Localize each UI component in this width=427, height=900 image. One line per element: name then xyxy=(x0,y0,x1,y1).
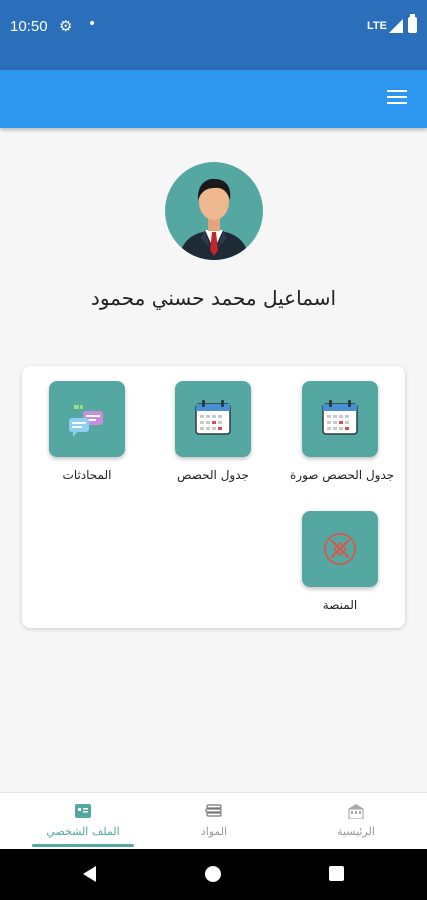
app-bar xyxy=(0,70,427,128)
tile-label: المنصة xyxy=(322,598,358,612)
recent-apps-icon[interactable] xyxy=(329,866,344,881)
home-icon[interactable] xyxy=(205,866,221,882)
battery-icon xyxy=(408,14,417,33)
nav-label: الرئيسية xyxy=(337,825,375,838)
system-nav-bar xyxy=(0,849,427,900)
calendar-icon xyxy=(322,400,358,435)
nav-item-home[interactable]: الرئيسية xyxy=(285,793,427,850)
hamburger-menu-icon[interactable] xyxy=(387,90,407,106)
platform-icon xyxy=(324,533,356,565)
tile-platform[interactable]: المنصة xyxy=(290,511,390,612)
tile-label: جدول الحصص صورة xyxy=(290,468,395,482)
tile-label: المحادثات xyxy=(62,468,112,482)
status-bar: 10:50 ⚙ • LTE xyxy=(0,0,427,70)
chat-bubbles-icon xyxy=(69,405,103,437)
tile-label: جدول الحصص xyxy=(177,468,249,482)
tile-chats[interactable]: المحادثات xyxy=(37,381,137,482)
home-building-icon xyxy=(348,804,364,819)
user-name: اسماعيل محمد حسني محمود xyxy=(90,286,337,310)
avatar xyxy=(165,162,263,260)
settings-gear-icon: ⚙ xyxy=(59,17,73,35)
tile-schedule[interactable]: جدول الحصص xyxy=(163,381,263,482)
nav-item-subjects[interactable]: المواد xyxy=(143,793,285,850)
nav-item-profile[interactable]: الملف الشخصي xyxy=(12,793,154,850)
notification-dot-icon: • xyxy=(88,16,97,32)
signal-icon xyxy=(389,19,403,33)
active-tab-indicator xyxy=(32,844,134,847)
back-icon[interactable] xyxy=(83,866,96,882)
calendar-icon xyxy=(195,400,231,435)
nav-label: الملف الشخصي xyxy=(46,825,120,838)
menu-card: جدول الحصص صورة جدول الحصص المحادثات الم… xyxy=(22,366,405,628)
network-type-label: LTE xyxy=(367,20,387,32)
tile-schedule-image[interactable]: جدول الحصص صورة xyxy=(290,381,395,482)
bottom-nav: الرئيسية المواد الملف الشخصي xyxy=(0,792,427,849)
status-time: 10:50 xyxy=(10,18,48,35)
profile-card-icon xyxy=(75,804,91,818)
books-icon xyxy=(205,804,222,817)
nav-label: المواد xyxy=(200,825,228,838)
businessman-avatar-icon xyxy=(179,178,249,260)
